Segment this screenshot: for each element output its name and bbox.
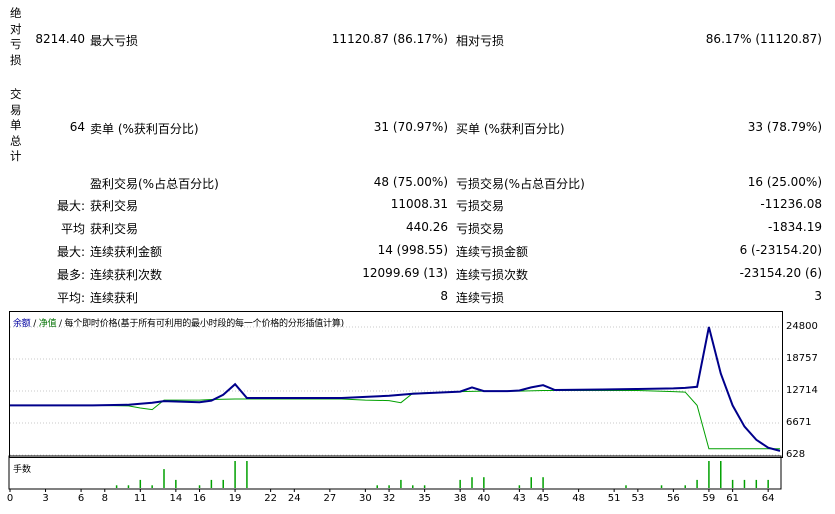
x-tick-label: 6 (77, 493, 85, 504)
abs-drawdown-value: 8214.40 (35, 32, 85, 46)
total-trades-label: 交易单总计 (10, 87, 22, 163)
largest-profit-label: 获利交易 (90, 199, 139, 213)
y-tick-label: 12714 (786, 385, 818, 396)
x-tick-label: 53 (631, 493, 645, 504)
volume-title: 手数 (13, 465, 32, 475)
x-tick-label: 8 (101, 493, 108, 504)
profit-trades-value: 48 (75.00%) (373, 175, 448, 189)
short-trades-value: 31 (70.97%) (373, 120, 448, 134)
short-trades-label: 卖单 (%获利百分比) (90, 122, 199, 136)
y-tick-label: 24800 (786, 321, 818, 332)
rel-drawdown-value: 86.17% (11120.87) (705, 32, 822, 46)
x-tick-label: 27 (323, 493, 337, 504)
x-tick-label: 24 (287, 493, 301, 504)
y-tick-label: 628 (786, 449, 806, 460)
x-tick-label: 14 (169, 493, 183, 504)
x-tick-label: 3 (42, 493, 49, 504)
x-tick-label: 40 (477, 493, 491, 504)
maximal-consec-loss-label: 连续亏损次数 (456, 268, 529, 282)
loss-trades-label: 亏损交易(%占总百分比) (456, 177, 585, 191)
legend-separator-1: / (30, 319, 39, 329)
maximal-consec-profit-label: 连续获利次数 (90, 268, 163, 282)
x-tick-label: 61 (726, 493, 739, 504)
avg-consec-wins-value: 8 (440, 289, 448, 303)
max-consec-wins-label: 连续获利金额 (90, 245, 163, 259)
x-tick-label: 16 (193, 493, 206, 504)
legend-balance: 余额 (13, 319, 31, 329)
x-tick-label: 51 (607, 493, 621, 504)
x-tick-label: 38 (453, 493, 467, 504)
y-tick-label: 6671 (786, 417, 812, 428)
max-consec-wins-value: 14 (998.55) (377, 243, 448, 257)
average-profit-value: 440.26 (406, 220, 448, 234)
y-tick-label: 18757 (786, 353, 818, 364)
x-tick-label: 32 (382, 493, 396, 504)
balance-chart-frame (9, 311, 783, 458)
x-tick-label: 45 (536, 493, 550, 504)
legend-model: 每个即时价格(基于所有可利用的最小时段的每一个价格的分形插值计算) (64, 319, 345, 329)
avg-consec-wins-label: 连续获利 (90, 291, 139, 305)
x-tick-label: 22 (264, 493, 277, 504)
profit-trades-label: 盈利交易(%占总百分比) (90, 177, 219, 191)
max-drawdown-value: 11120.87 (86.17%) (331, 32, 448, 46)
average-profit-label: 获利交易 (90, 222, 139, 236)
max-consec-losses-label: 连续亏损金额 (456, 245, 529, 259)
x-tick-label: 19 (228, 493, 242, 504)
legend-equity: 净值 (38, 319, 57, 329)
x-tick-label: 48 (572, 493, 585, 504)
largest-prefix: 最大: (56, 199, 85, 213)
total-trades-value: 64 (69, 120, 85, 134)
max-consec-losses-value: 6 (-23154.20) (739, 243, 822, 257)
legend-separator-2: / (56, 319, 65, 329)
x-tick-label: 64 (761, 493, 775, 504)
max-consec-prefix: 最大: (56, 245, 85, 259)
rel-drawdown-label: 相对亏损 (456, 34, 505, 48)
x-tick-label: 11 (133, 493, 147, 504)
loss-trades-value: 16 (25.00%) (747, 175, 822, 189)
avg-consec-prefix: 平均: (56, 291, 85, 305)
largest-loss-label: 亏损交易 (456, 199, 505, 213)
average-loss-value: -1834.19 (768, 220, 822, 234)
abs-drawdown-label: 绝对亏损 (10, 6, 22, 67)
largest-profit-value: 11008.31 (390, 197, 448, 211)
avg-consec-losses-label: 连续亏损 (456, 291, 505, 305)
long-trades-value: 33 (78.79%) (747, 120, 822, 134)
x-tick-label: 35 (418, 493, 431, 504)
chart-legend: 余额 / 净值 / 每个即时价格(基于所有可利用的最小时段的每一个价格的分形插值… (13, 316, 344, 329)
maximal-prefix: 最多: (56, 268, 85, 282)
max-drawdown-label: 最大亏损 (90, 34, 139, 48)
x-tick-label: 59 (702, 493, 716, 504)
maximal-consec-loss-value: -23154.20 (6) (739, 266, 822, 280)
x-tick-label: 0 (6, 493, 14, 504)
x-tick-label: 30 (359, 493, 372, 504)
largest-loss-value: -11236.08 (760, 197, 822, 211)
x-tick-label: 43 (513, 493, 526, 504)
avg-consec-losses-value: 3 (814, 289, 822, 303)
average-prefix: 平均 (60, 222, 85, 236)
volume-panel (8, 455, 782, 490)
maximal-consec-profit-value: 12099.69 (13) (362, 266, 448, 280)
average-loss-label: 亏损交易 (456, 222, 505, 236)
long-trades-label: 买单 (%获利百分比) (456, 122, 565, 136)
x-tick-label: 56 (667, 493, 680, 504)
